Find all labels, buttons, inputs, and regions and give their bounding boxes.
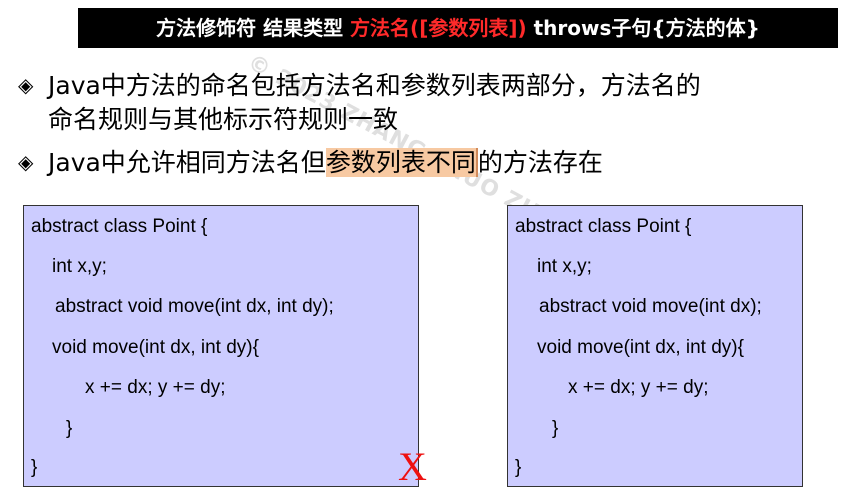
code-line: x += dx; y += dy; <box>85 377 226 398</box>
title-part-throws-body: throws子句{方法的体} <box>526 16 760 40</box>
bullet-text-highlight: 参数列表不同 <box>325 148 478 177</box>
code-line: abstract void move(int dx); <box>539 296 762 317</box>
code-line: abstract void move(int dx, int dy); <box>55 296 334 317</box>
code-line: } <box>66 418 73 439</box>
code-line: } <box>552 418 559 439</box>
bullet-item-overload: ◈ Java中允许相同方法名但参数列表不同的方法存在 <box>18 145 603 180</box>
code-block-valid: abstract class Point { int x,y; abstract… <box>507 205 803 487</box>
code-line: abstract class Point { <box>31 216 208 237</box>
title-part-modifiers: 方法修饰符 结果类型 <box>156 16 351 40</box>
title-part-method-name: 方法名([参数列表]) <box>350 16 527 40</box>
bullet-text-post: 的方法存在 <box>477 148 603 177</box>
bullet-text-line1: Java中方法的命名包括方法名和参数列表两部分，方法名的 <box>48 71 701 100</box>
code-line: } <box>515 457 522 478</box>
bullet-text-pre: Java中允许相同方法名但 <box>48 148 326 177</box>
code-line: } <box>31 457 38 478</box>
code-line: int x,y; <box>52 256 107 277</box>
code-line: int x,y; <box>537 256 592 277</box>
diamond-bullet-icon: ◈ <box>18 150 34 174</box>
code-line: abstract class Point { <box>515 216 692 237</box>
bullet-text-line2: 命名规则与其他标示符规则一致 <box>48 105 399 134</box>
code-line: x += dx; y += dy; <box>568 377 709 398</box>
bullet-item-naming: ◈ Java中方法的命名包括方法名和参数列表两部分，方法名的 命名规则与其他标示符… <box>18 68 701 137</box>
slide-title: 方法修饰符 结果类型 方法名([参数列表]) throws子句{方法的体} <box>78 8 838 48</box>
diamond-bullet-icon: ◈ <box>18 73 34 97</box>
code-block-invalid: abstract class Point { int x,y; abstract… <box>23 205 419 487</box>
invalid-x-mark: X <box>398 444 427 489</box>
code-line: void move(int dx, int dy){ <box>52 337 259 358</box>
code-line: void move(int dx, int dy){ <box>537 337 744 358</box>
